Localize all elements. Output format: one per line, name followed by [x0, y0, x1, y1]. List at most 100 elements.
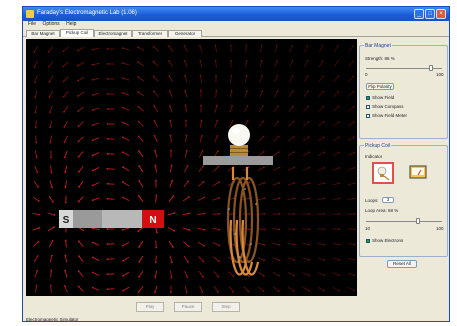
field-arrow	[199, 45, 203, 53]
field-arrow-head	[245, 44, 248, 47]
field-arrow	[138, 270, 144, 278]
tab-bar-magnet[interactable]: Bar Magnet	[26, 30, 60, 37]
field-arrow-head	[173, 212, 176, 214]
field-arrow-head	[338, 274, 341, 277]
field-arrow	[244, 105, 248, 113]
field-arrow-head	[106, 92, 109, 95]
loop-area-min: 10	[365, 226, 371, 231]
step-button[interactable]: Step	[212, 302, 240, 312]
field-arrow	[215, 90, 217, 98]
field-arrow	[92, 287, 100, 291]
field-arrow	[155, 255, 157, 263]
field-arrow-head	[277, 135, 280, 138]
clock-controls: Play Pause Step	[26, 296, 357, 316]
tab-pickup-coil[interactable]: Pickup Coil	[60, 29, 94, 37]
field-arrow	[122, 122, 130, 126]
field-arrow-head	[78, 255, 80, 258]
minimize-icon[interactable]: _	[414, 9, 424, 19]
show-field-checkbox[interactable]	[366, 96, 370, 100]
title-bar[interactable]: Faraday's Electromagnetic Lab (1.06) _ □…	[23, 7, 449, 21]
pause-button[interactable]: Pause	[174, 302, 202, 312]
field-arrow	[302, 167, 310, 171]
lightbulb-icon	[377, 166, 390, 181]
field-arrow-head	[91, 63, 94, 66]
field-arrow	[257, 197, 265, 201]
menu-help[interactable]: Help	[66, 21, 76, 28]
tab-generator[interactable]: Generator	[168, 30, 202, 37]
tab-electromagnet[interactable]: Electromagnet	[94, 30, 132, 37]
field-arrow	[259, 45, 263, 53]
field-arrow	[259, 60, 263, 68]
bar-magnet[interactable]: S N	[59, 210, 164, 228]
field-arrow	[168, 196, 174, 202]
field-arrow	[122, 107, 130, 111]
field-arrow	[34, 75, 38, 83]
field-arrow	[184, 90, 188, 98]
simulation-canvas[interactable]: S N	[26, 39, 357, 296]
field-arrow	[259, 90, 263, 98]
field-arrow-head	[291, 59, 294, 62]
field-arrow	[33, 180, 39, 188]
control-panel: Bar Magnet Strength: 86 % 0 100 Flip Pol…	[359, 39, 449, 309]
strength-slider-thumb[interactable]	[429, 65, 434, 71]
field-arrow-head	[122, 244, 124, 247]
field-arrow	[34, 285, 38, 293]
field-arrow-head	[106, 288, 109, 291]
show-field-meter-checkbox[interactable]	[366, 114, 370, 118]
field-arrow	[332, 242, 340, 246]
field-arrow	[169, 255, 173, 263]
field-arrow-head	[152, 90, 155, 93]
field-arrow-head	[262, 150, 265, 153]
field-arrow	[138, 180, 144, 188]
field-arrow-head	[138, 195, 140, 198]
menu-file[interactable]: File	[28, 21, 36, 28]
loop-area-slider-thumb[interactable]	[415, 218, 420, 224]
field-arrow-head	[36, 171, 39, 174]
reset-all-button[interactable]: Reset All	[387, 260, 417, 268]
tab-transformer[interactable]: Transformer	[132, 30, 168, 37]
close-icon[interactable]: ×	[436, 9, 446, 19]
pickup-coil[interactable]	[226, 167, 260, 276]
field-arrow-head	[202, 180, 205, 183]
field-arrow-head	[293, 228, 296, 231]
maximize-icon[interactable]: □	[425, 9, 435, 19]
field-arrow	[317, 136, 325, 142]
field-arrow	[348, 76, 354, 82]
menu-options[interactable]: Options	[42, 21, 59, 28]
field-arrow	[257, 242, 265, 246]
field-arrow-head	[278, 166, 281, 169]
field-arrow	[272, 286, 280, 292]
field-arrow-head	[169, 134, 172, 137]
field-arrow-head	[308, 274, 311, 277]
field-arrow-head	[292, 135, 295, 138]
field-arrow-head	[338, 259, 341, 261]
field-arrow-head	[352, 105, 355, 108]
loops-spinner[interactable]: 3	[382, 197, 394, 203]
field-arrow-head	[278, 197, 281, 200]
field-arrow-head	[322, 105, 325, 108]
play-button[interactable]: Play	[136, 302, 164, 312]
field-arrow	[122, 271, 130, 277]
field-arrow-head	[353, 289, 356, 292]
field-arrow-head	[153, 105, 155, 107]
field-arrow-head	[138, 180, 141, 182]
field-arrow	[259, 75, 263, 83]
field-arrow	[78, 165, 84, 173]
field-arrow	[287, 257, 295, 261]
field-arrow-head	[308, 259, 311, 262]
loop-area-slider-track[interactable]	[366, 221, 442, 222]
show-electrons-checkbox[interactable]	[366, 239, 370, 243]
strength-max: 100	[436, 72, 444, 77]
field-arrow-head	[203, 212, 206, 215]
field-arrow-head	[183, 44, 186, 47]
field-arrow-head	[353, 151, 356, 154]
show-compass-checkbox[interactable]	[366, 105, 370, 109]
field-arrow	[49, 120, 53, 128]
lightbulb-indicator-option[interactable]	[372, 162, 394, 184]
flip-polarity-button[interactable]: Flip Polarity	[366, 83, 394, 90]
field-arrow-head	[323, 212, 326, 215]
field-arrow	[272, 271, 280, 277]
voltmeter-indicator-option[interactable]	[408, 163, 428, 181]
field-arrow-head	[278, 243, 281, 246]
field-arrow	[48, 46, 54, 52]
